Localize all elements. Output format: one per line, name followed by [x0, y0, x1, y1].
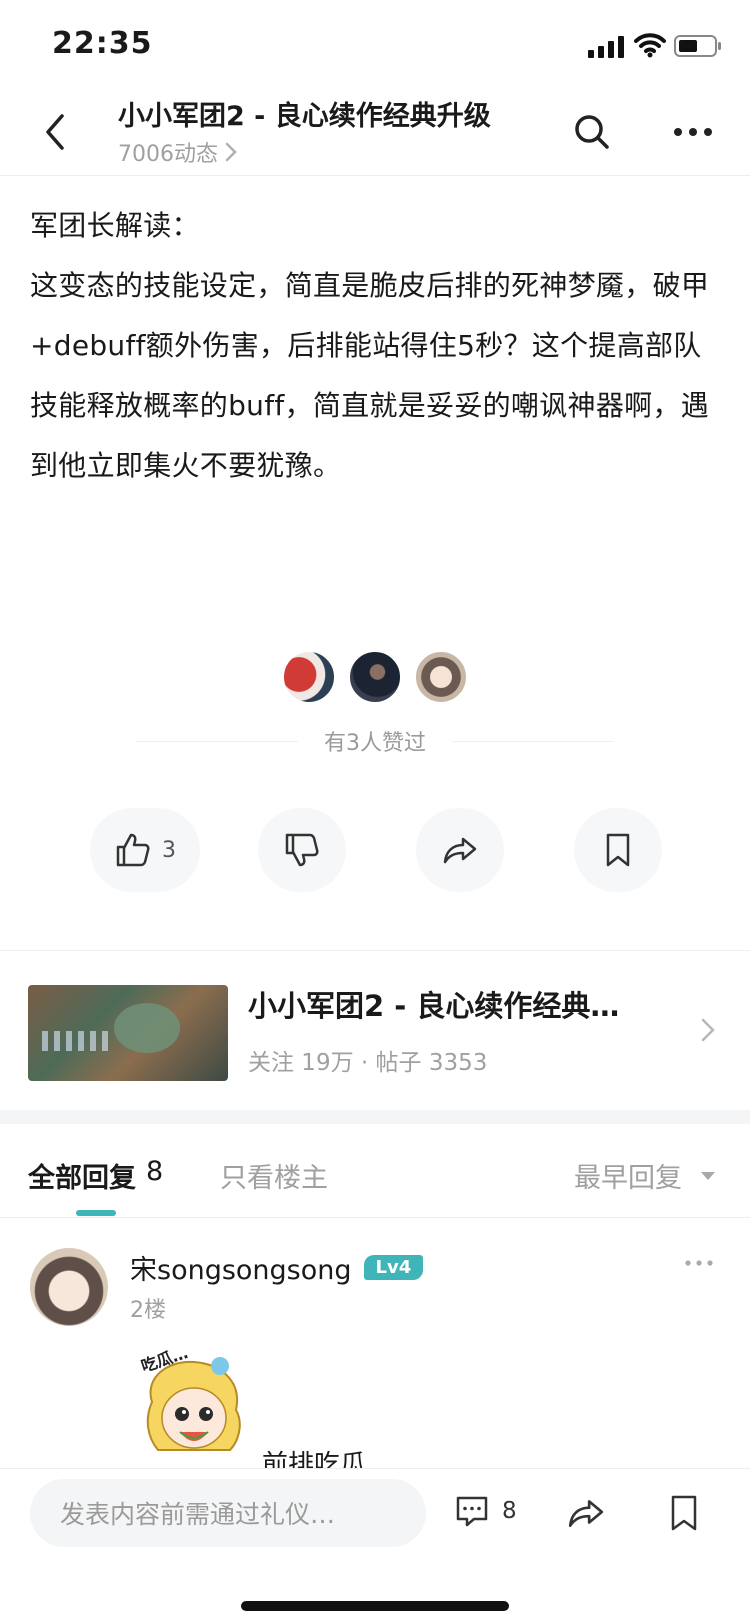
share-button[interactable]	[416, 808, 504, 892]
more-options-icon[interactable]	[672, 116, 714, 148]
active-tab-indicator	[76, 1210, 116, 1216]
floor-number: 2楼	[130, 1298, 166, 1323]
divider	[452, 740, 614, 742]
avatar[interactable]	[30, 1248, 108, 1326]
username[interactable]: 宋songsongsong	[130, 1248, 352, 1287]
game-stats: 关注 19万 · 帖子 3353	[248, 1050, 488, 1076]
thumbnail-shape	[42, 1031, 112, 1051]
cellular-signal-icon	[588, 36, 624, 58]
share-arrow-icon[interactable]	[566, 1493, 606, 1533]
liker-avatars[interactable]	[0, 650, 750, 704]
chevron-right-icon	[225, 142, 237, 162]
status-time: 22:35	[52, 26, 153, 61]
comment-input[interactable]: 发表内容前需通过礼仪…	[30, 1479, 426, 1547]
thumbs-down-icon	[285, 833, 319, 867]
like-count: 3	[162, 837, 176, 863]
post-heading: 军团长解读：	[30, 209, 200, 242]
forum-activity-label: 7006动态	[118, 142, 218, 167]
divider	[136, 740, 298, 742]
bookmark-icon[interactable]	[666, 1493, 702, 1533]
comment-icon	[456, 1496, 488, 1527]
comments-button[interactable]: 8	[454, 1493, 517, 1529]
tab-all-replies[interactable]: 全部回复 8	[28, 1156, 163, 1195]
comment-count: 8	[502, 1498, 517, 1524]
section-divider	[0, 1110, 750, 1124]
sort-dropdown[interactable]: 最早回复	[574, 1156, 716, 1195]
post-actions: 3	[0, 808, 750, 892]
battery-icon	[674, 35, 721, 57]
level-badge: Lv4	[363, 1255, 424, 1280]
sort-label: 最早回复	[574, 1163, 682, 1194]
liker-avatar[interactable]	[282, 650, 336, 704]
reply-sticker[interactable]: 吃瓜…	[134, 1343, 254, 1468]
liker-avatar[interactable]	[348, 650, 402, 704]
tab-all-count: 8	[146, 1156, 164, 1187]
tab-op-only[interactable]: 只看楼主	[220, 1156, 328, 1195]
search-icon[interactable]	[572, 112, 612, 152]
status-bar: 22:35	[0, 0, 750, 90]
liker-avatar[interactable]	[414, 650, 468, 704]
game-forum-card[interactable]: 小小军团2 - 良心续作经典… 关注 19万 · 帖子 3353	[0, 950, 750, 1110]
reply-item: 宋songsongsong Lv4 2楼 吃瓜… 前排吃瓜	[0, 1218, 750, 1480]
thumbs-up-icon	[116, 833, 150, 867]
likes-summary: 有3人赞过	[136, 726, 614, 756]
game-thumbnail	[28, 985, 228, 1081]
thumbnail-shape	[114, 1003, 180, 1053]
nav-header: 小小军团2 - 良心续作经典升级 7006动态	[0, 90, 750, 176]
home-indicator	[241, 1601, 509, 1611]
post-content: 军团长解读： 这变态的技能设定，简直是脆皮后排的死神梦魇，破甲+debuff额外…	[30, 196, 720, 496]
page-title: 小小军团2 - 良心续作经典升级	[118, 101, 491, 132]
like-button[interactable]: 3	[90, 808, 200, 892]
wifi-icon	[634, 33, 666, 58]
likes-count-text: 有3人赞过	[324, 731, 426, 756]
caret-down-icon	[701, 1171, 715, 1180]
chevron-right-icon	[701, 1018, 715, 1042]
reply-user-row: 宋songsongsong Lv4	[130, 1248, 424, 1287]
back-arrow-icon[interactable]	[40, 110, 70, 154]
dislike-button[interactable]	[258, 808, 346, 892]
more-options-icon[interactable]	[684, 1258, 714, 1268]
bottom-toolbar: 发表内容前需通过礼仪… 8	[0, 1468, 750, 1624]
tab-all-label: 全部回复	[28, 1163, 136, 1194]
bookmark-button[interactable]	[574, 808, 662, 892]
bookmark-icon	[606, 833, 630, 867]
forum-activity-link[interactable]: 7006动态	[118, 136, 238, 168]
share-arrow-icon	[443, 837, 477, 864]
reply-tabs: 全部回复 8 只看楼主 最早回复	[0, 1124, 750, 1218]
game-title: 小小军团2 - 良心续作经典…	[248, 989, 620, 1023]
post-body: 这变态的技能设定，简直是脆皮后排的死神梦魇，破甲+debuff额外伤害，后排能站…	[30, 269, 710, 482]
